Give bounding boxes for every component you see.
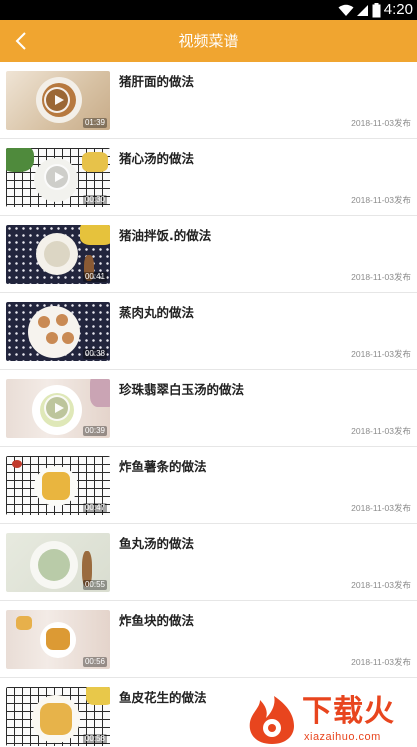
video-duration: 00:56 <box>82 657 107 667</box>
publish-date: 2018-11-03发布 <box>351 503 411 513</box>
battery-icon <box>372 2 381 17</box>
video-thumbnail[interactable]: 00:41 <box>6 225 110 284</box>
recipe-title: 珍珠翡翠白玉汤的做法 <box>119 382 245 397</box>
video-thumbnail[interactable]: 01:39 <box>6 71 110 130</box>
publish-date: 2018-11-03发布 <box>351 272 411 282</box>
wifi-icon <box>338 4 354 16</box>
recipe-title: 猪肝面的做法 <box>119 74 195 89</box>
video-thumbnail[interactable]: 00:38 <box>6 302 110 361</box>
list-item[interactable]: 00:47 炸鱼薯条的做法 2018-11-03发布 <box>0 447 417 524</box>
watermark-brand: 下载火 <box>302 694 395 729</box>
publish-date: 2018-11-03发布 <box>351 349 411 359</box>
video-thumbnail[interactable]: 00:30 <box>6 148 110 207</box>
publish-date: 2018-11-03发布 <box>351 426 411 436</box>
video-duration: 01:39 <box>82 118 107 128</box>
recipe-title: 炸鱼块的做法 <box>119 613 195 628</box>
status-bar: 4:20 <box>0 0 417 20</box>
publish-date: 2018-11-03发布 <box>351 195 411 205</box>
recipe-title: 猪心汤的做法 <box>119 151 195 166</box>
video-duration: 00:41 <box>82 272 107 282</box>
signal-icon <box>357 4 368 16</box>
list-item[interactable]: 00:41 猪油拌饭.的做法 2018-11-03发布 <box>0 216 417 293</box>
video-duration: 00:30 <box>82 195 107 205</box>
video-thumbnail[interactable]: 00:39 <box>6 379 110 438</box>
video-duration: 00:47 <box>82 503 107 513</box>
recipe-title: 鱼皮花生的做法 <box>119 690 207 705</box>
video-duration: 00:39 <box>82 426 107 436</box>
status-icons <box>338 2 381 18</box>
video-duration: 00:58 <box>82 734 107 744</box>
video-duration: 00:55 <box>82 580 107 590</box>
recipe-title: 猪油拌饭.的做法 <box>119 228 212 243</box>
recipe-title: 蒸肉丸的做法 <box>119 305 195 320</box>
watermark-domain: xiazaihuo.com <box>304 731 381 743</box>
recipe-video-list[interactable]: 01:39 猪肝面的做法 2018-11-03发布 00:30 猪心汤的做法 2… <box>0 62 417 747</box>
publish-date: 2018-11-03发布 <box>351 118 411 128</box>
watermark: 下载火 xiazaihuo.com <box>246 694 417 747</box>
list-item[interactable]: 00:55 鱼丸汤的做法 2018-11-03发布 <box>0 524 417 601</box>
recipe-title: 炸鱼薯条的做法 <box>119 459 207 474</box>
play-icon <box>44 87 70 113</box>
app-bar: 视频菜谱 <box>0 20 417 62</box>
recipe-title: 鱼丸汤的做法 <box>119 536 195 551</box>
publish-date: 2018-11-03发布 <box>351 657 411 667</box>
list-item[interactable]: 00:30 猪心汤的做法 2018-11-03发布 <box>0 139 417 216</box>
publish-date: 2018-11-03发布 <box>351 580 411 590</box>
play-icon <box>44 164 70 190</box>
video-thumbnail[interactable]: 00:58 <box>6 687 110 746</box>
video-thumbnail[interactable]: 00:47 <box>6 456 110 515</box>
list-item[interactable]: 00:38 蒸肉丸的做法 2018-11-03发布 <box>0 293 417 370</box>
list-item[interactable]: 00:39 珍珠翡翠白玉汤的做法 2018-11-03发布 <box>0 370 417 447</box>
list-item[interactable]: 01:39 猪肝面的做法 2018-11-03发布 <box>0 62 417 139</box>
video-thumbnail[interactable]: 00:55 <box>6 533 110 592</box>
list-item[interactable]: 00:56 炸鱼块的做法 2018-11-03发布 <box>0 601 417 678</box>
flame-logo-icon <box>249 696 294 744</box>
video-thumbnail[interactable]: 00:56 <box>6 610 110 669</box>
play-icon <box>44 395 70 421</box>
video-duration: 00:38 <box>82 349 107 359</box>
status-time: 4:20 <box>383 1 413 18</box>
page-title: 视频菜谱 <box>178 32 239 50</box>
